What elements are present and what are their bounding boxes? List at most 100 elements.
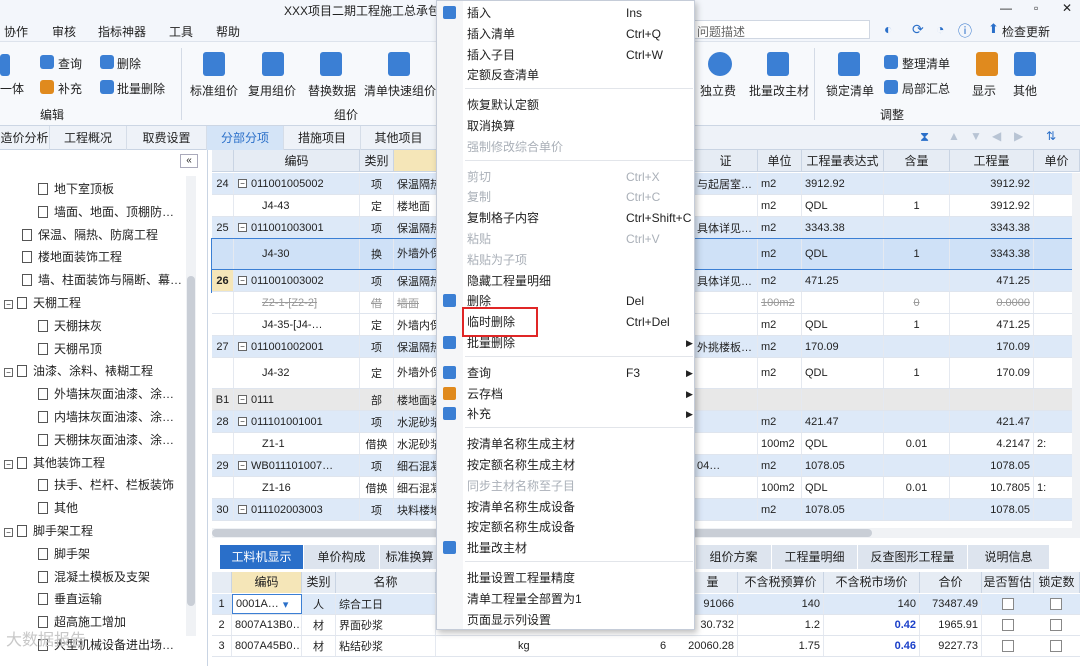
tips-icon[interactable]: ◔	[936, 21, 944, 37]
context-menu-item[interactable]: 插入清单 Ctrl+Q	[437, 24, 694, 44]
grid-cell[interactable]: J4-30	[234, 239, 360, 269]
collapse-toggle-icon[interactable]: −	[4, 368, 13, 378]
grid-cell[interactable]: Z1-1	[234, 433, 360, 454]
context-menu-item[interactable]: 按清单名称生成设备	[437, 497, 694, 517]
grid-cell[interactable]: 项	[360, 336, 394, 357]
move-left-icon[interactable]: ◀	[992, 129, 1001, 143]
info-icon[interactable]: ⓘ	[958, 21, 972, 41]
tree-item[interactable]: 扶手、栏杆、栏板装饰	[38, 474, 174, 496]
grid-cell[interactable]	[884, 173, 950, 194]
grid-cell[interactable]: J4-43	[234, 195, 360, 216]
grid-cell[interactable]: 1078.05	[950, 499, 1034, 520]
grid-cell[interactable]: 项	[360, 411, 394, 432]
grid-cell[interactable]: −011101001001	[234, 411, 360, 432]
replace-data-button[interactable]: 替换数据	[308, 82, 356, 99]
checkbox[interactable]	[1050, 640, 1062, 652]
bottom-cell[interactable]: 材	[302, 636, 336, 656]
supplement-button[interactable]: 补充	[58, 80, 82, 97]
bottom-cell[interactable]: 0.46	[824, 636, 920, 656]
grid-cell[interactable]: −011001002001	[234, 336, 360, 357]
bottom-cell[interactable]: 材	[302, 615, 336, 635]
bottom-cell[interactable]: 8007A45B0…	[232, 636, 302, 656]
lock-list-button[interactable]: 锁定清单	[826, 82, 874, 99]
grid-cell[interactable]: 3912.92	[802, 173, 884, 194]
grid-header-spec[interactable]: 证	[694, 150, 758, 172]
grid-cell[interactable]	[694, 433, 758, 454]
grid-cell[interactable]: 471.25	[802, 270, 884, 291]
table-row[interactable]: 3 8007A45B0… 材 粘结砂浆 20060.28 1.75 0.46 9227.73 k…	[212, 636, 1080, 657]
grid-cell[interactable]	[758, 389, 802, 410]
grid-cell[interactable]: J4-35-[J4-…	[234, 314, 360, 335]
grid-cell[interactable]: 1078.05	[950, 455, 1034, 476]
grid-cell[interactable]: 29	[212, 455, 234, 476]
grid-cell[interactable]	[212, 477, 234, 498]
grid-cell[interactable]: 定	[360, 358, 394, 388]
menu-collab[interactable]: 协作	[4, 23, 28, 40]
grid-cell[interactable]	[694, 389, 758, 410]
tree-item[interactable]: 内墙抹灰面油漆、涂…	[38, 406, 174, 428]
grid-cell[interactable]	[802, 292, 884, 313]
grid-cell[interactable]: 100m2	[758, 433, 802, 454]
grid-cell[interactable]: 换	[360, 239, 394, 269]
collapse-toggle-icon[interactable]: −	[238, 276, 247, 285]
bottom-header-total[interactable]: 合价	[920, 572, 982, 593]
grid-cell[interactable]: 1078.05	[802, 455, 884, 476]
grid-cell[interactable]: 471.25	[950, 314, 1034, 335]
collapse-toggle-icon[interactable]: −	[238, 417, 247, 426]
bottom-cell[interactable]: 综合工日	[336, 594, 436, 614]
grid-cell[interactable]: 04…	[694, 455, 758, 476]
minimize-button[interactable]: —	[1000, 1, 1012, 15]
move-up-icon[interactable]: ▲	[948, 129, 960, 143]
grid-cell[interactable]: 项	[360, 173, 394, 194]
collapse-toggle-icon[interactable]: −	[238, 342, 247, 351]
collapse-toggle-icon[interactable]: −	[4, 459, 13, 469]
bottom-cell[interactable]: 界面砂浆	[336, 615, 436, 635]
tree-item[interactable]: 楼地面装饰工程	[22, 246, 122, 268]
grid-cell[interactable]: QDL	[802, 239, 884, 269]
tree-item[interactable]: 墙面、地面、顶棚防…	[38, 201, 174, 223]
grid-cell[interactable]: 0.01	[884, 477, 950, 498]
bottom-cell[interactable]: 20060.28	[688, 636, 738, 656]
grid-cell[interactable]	[212, 292, 234, 313]
context-menu-item[interactable]: 补充 ▶	[437, 404, 694, 424]
sync-icon[interactable]: ⟳	[912, 21, 924, 38]
tree-item[interactable]: − 脚手架工程	[4, 520, 93, 542]
chevron-down-icon[interactable]: ▾	[283, 598, 289, 611]
bottom-cell[interactable]: 0.42	[824, 615, 920, 635]
grid-cell[interactable]: 25	[212, 217, 234, 238]
close-button[interactable]: ✕	[1062, 1, 1072, 15]
grid-cell[interactable]: Z1-16	[234, 477, 360, 498]
grid-cell[interactable]: 100m2	[758, 477, 802, 498]
grid-cell[interactable]	[212, 358, 234, 388]
bottom-cell[interactable]: 粘结砂浆	[336, 636, 436, 656]
collapse-toggle-icon[interactable]: −	[238, 179, 247, 188]
grid-header-type[interactable]: 类别	[360, 150, 394, 172]
collapse-toggle-icon[interactable]: −	[238, 395, 247, 404]
grid-cell[interactable]	[694, 239, 758, 269]
tab-measures[interactable]: 措施项目	[284, 126, 361, 150]
grid-header-ratio[interactable]: 含量	[884, 150, 950, 172]
batch-delete-button[interactable]: 批量删除	[117, 80, 165, 97]
headset-icon[interactable]: ◐	[884, 21, 892, 37]
grid-cell[interactable]: Z2-1-[Z2-2]	[234, 292, 360, 313]
grid-cell[interactable]: 1	[884, 358, 950, 388]
grid-cell[interactable]	[212, 195, 234, 216]
tab-qty-detail[interactable]: 工程量明细	[772, 545, 858, 569]
grid-cell[interactable]: 项	[360, 270, 394, 291]
grid-cell[interactable]: 28	[212, 411, 234, 432]
grid-cell[interactable]: −011001003002	[234, 270, 360, 291]
grid-cell[interactable]: m2	[758, 270, 802, 291]
independent-fee-button[interactable]: 独立费	[700, 82, 736, 99]
grid-cell[interactable]: QDL	[802, 358, 884, 388]
grid-cell[interactable]: 1	[884, 195, 950, 216]
collapse-toggle-icon[interactable]: −	[238, 223, 247, 232]
menu-index[interactable]: 指标神器	[98, 23, 146, 40]
tab-price-scheme[interactable]: 组价方案	[696, 545, 772, 569]
grid-header-price[interactable]: 单价	[1034, 150, 1080, 172]
grid-cell[interactable]: 项	[360, 455, 394, 476]
grid-cell[interactable]: m2	[758, 336, 802, 357]
grid-cell[interactable]: 10.7805	[950, 477, 1034, 498]
bottom-cell[interactable]: 91066	[688, 594, 738, 614]
tree-item[interactable]: − 其他装饰工程	[4, 452, 105, 474]
grid-cell[interactable]	[694, 292, 758, 313]
